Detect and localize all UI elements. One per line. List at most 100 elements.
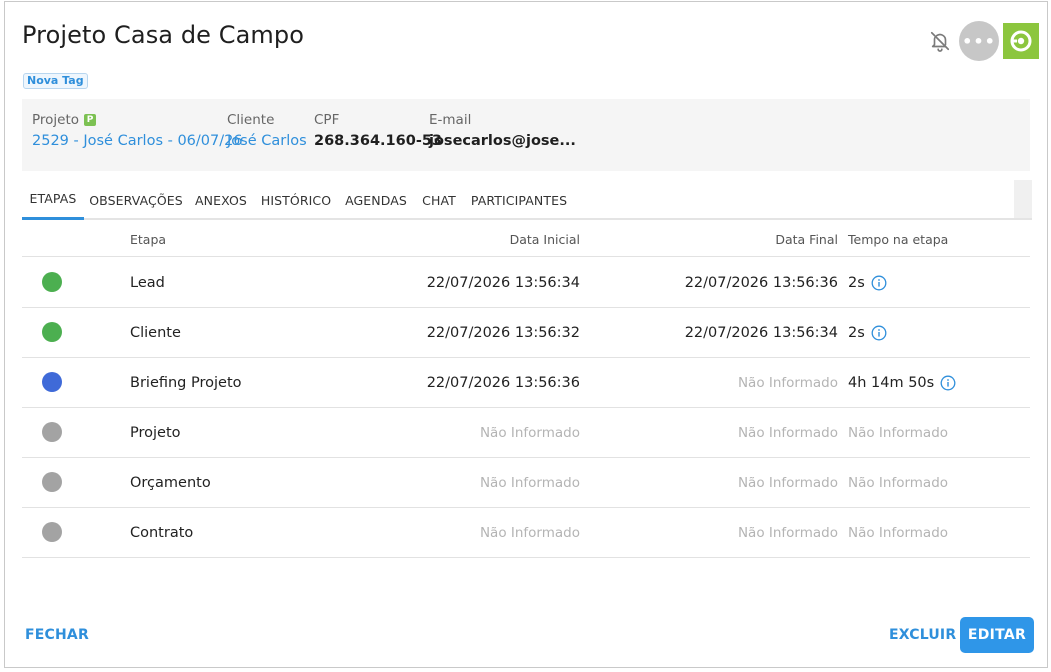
start-date: 22/07/2026 13:56:36	[322, 358, 580, 407]
info-cpf: CPF 268.364.160-53	[314, 111, 442, 151]
tab-chat[interactable]: CHAT	[420, 180, 458, 220]
time-in-stage: 2s	[848, 308, 887, 357]
end-date-text: 22/07/2026 13:56:36	[684, 274, 838, 291]
edit-button[interactable]: EDITAR	[960, 617, 1034, 653]
header-start: Data Inicial	[509, 231, 580, 247]
time-in-stage-text: Não Informado	[848, 424, 949, 441]
end-date-text: Não Informado	[737, 524, 838, 541]
email-value: josecarlos@jose...	[429, 133, 576, 149]
end-date: 22/07/2026 13:56:36	[582, 258, 838, 307]
start-date: Não Informado	[322, 508, 580, 557]
stage-name-text: Projeto	[130, 424, 181, 441]
time-in-stage: Não Informado	[848, 408, 948, 457]
time-in-stage-text: 2s	[848, 274, 865, 291]
start-date-text: 22/07/2026 13:56:32	[426, 324, 580, 341]
info-circle-icon[interactable]	[871, 275, 887, 291]
cliente-link[interactable]: José Carlos	[227, 131, 307, 151]
delete-button[interactable]: EXCLUIR	[889, 627, 956, 643]
time-in-stage-text: 2s	[848, 324, 865, 341]
time-in-stage: Não Informado	[848, 508, 948, 557]
header-stage: Etapa	[130, 231, 167, 247]
table-row[interactable]: Orçamento Não Informado Não Informado Não I…	[22, 458, 1030, 508]
status-dot	[42, 472, 62, 492]
stage-name-text: Cliente	[130, 324, 181, 341]
info-email: E-mail josecarlos@jose...	[429, 111, 576, 151]
tab-historico[interactable]: HISTÓRICO	[260, 180, 332, 220]
end-date-text: 22/07/2026 13:56:34	[684, 324, 838, 341]
end-date: 22/07/2026 13:56:34	[582, 308, 838, 357]
table-row[interactable]: Projeto Não Informado Não Informado Não Inf…	[22, 408, 1030, 458]
stage-name: Briefing Projeto	[130, 358, 242, 407]
email-label: E-mail	[429, 112, 472, 128]
stage-name-text: Lead	[130, 274, 165, 291]
time-in-stage-text: 4h 14m 50s	[848, 374, 935, 391]
project-modal: Projeto Casa de Campo ••• Nova Tag Proje…	[4, 1, 1048, 668]
header-end: Data Final	[775, 231, 838, 247]
start-date: 22/07/2026 13:56:34	[322, 258, 580, 307]
stage-name-text: Briefing Projeto	[130, 374, 242, 391]
stage-name: Contrato	[130, 508, 193, 557]
stage-name: Projeto	[130, 408, 181, 457]
tab-observacoes[interactable]: OBSERVAÇÕES	[89, 180, 183, 220]
table-row[interactable]: Contrato Não Informado Não Informado Não In…	[22, 508, 1030, 558]
status-dot	[42, 422, 62, 442]
end-date: Não Informado	[582, 408, 838, 457]
tab-participantes[interactable]: PARTICIPANTES	[469, 180, 569, 220]
close-button[interactable]: FECHAR	[25, 627, 89, 643]
status-dot	[42, 372, 62, 392]
cliente-label: Cliente	[227, 112, 275, 128]
start-date: Não Informado	[322, 408, 580, 457]
tab-agendas[interactable]: AGENDAS	[343, 180, 409, 220]
cpf-value: 268.364.160-53	[314, 133, 443, 149]
time-in-stage-text: Não Informado	[848, 524, 949, 541]
time-in-stage: 4h 14m 50s	[848, 358, 956, 407]
top-actions: •••	[927, 21, 1039, 61]
stage-name-text: Orçamento	[130, 474, 211, 491]
start-date: Não Informado	[322, 458, 580, 507]
table-row[interactable]: Briefing Projeto 22/07/2026 13:56:36 Não I…	[22, 358, 1030, 408]
tab-etapas[interactable]: ETAPAS	[22, 180, 84, 220]
stage-name: Orçamento	[130, 458, 211, 507]
tabs-scroll-area[interactable]	[1014, 180, 1032, 218]
status-dot	[42, 322, 62, 342]
end-date: Não Informado	[582, 358, 838, 407]
tab-anexos[interactable]: ANEXOS	[192, 180, 250, 220]
tab-bar: ETAPAS OBSERVAÇÕES ANEXOS HISTÓRICO AGEN…	[22, 180, 1032, 220]
header-time: Tempo na etapa	[848, 231, 949, 247]
stage-name: Cliente	[130, 308, 181, 357]
info-projeto: Projeto P 2529 - José Carlos - 06/07/26	[32, 111, 243, 151]
projeto-badge: P	[84, 114, 97, 126]
end-date-text: Não Informado	[737, 424, 838, 441]
page-title: Projeto Casa de Campo	[22, 21, 305, 49]
table-row[interactable]: Cliente 22/07/2026 13:56:32 22/07/2026 13:…	[22, 308, 1030, 358]
status-dot	[42, 272, 62, 292]
time-in-stage: Não Informado	[848, 458, 948, 507]
more-options-button[interactable]: •••	[959, 21, 999, 61]
time-in-stage-text: Não Informado	[848, 474, 949, 491]
info-cliente: Cliente José Carlos	[227, 111, 307, 151]
stage-name-text: Contrato	[130, 524, 194, 541]
info-circle-icon[interactable]	[871, 325, 887, 341]
start-date-text: 22/07/2026 13:56:34	[426, 274, 580, 291]
end-date: Não Informado	[582, 458, 838, 507]
start-date-text: Não Informado	[479, 474, 580, 491]
info-circle-icon[interactable]	[940, 375, 956, 391]
tag-badge[interactable]: Nova Tag	[23, 73, 88, 89]
time-in-stage: 2s	[848, 258, 887, 307]
projeto-label: Projeto	[32, 112, 80, 128]
start-date-text: Não Informado	[479, 524, 580, 541]
start-date: 22/07/2026 13:56:32	[322, 308, 580, 357]
table-row[interactable]: Lead 22/07/2026 13:56:34 22/07/2026 13:56:…	[22, 258, 1030, 308]
start-date-text: 22/07/2026 13:56:36	[426, 374, 580, 391]
status-dot	[42, 522, 62, 542]
stage-name: Lead	[130, 258, 165, 307]
cpf-label: CPF	[314, 112, 340, 128]
end-date-text: Não Informado	[737, 474, 838, 491]
info-panel: Projeto P 2529 - José Carlos - 06/07/26 …	[22, 99, 1030, 171]
bell-off-icon[interactable]	[927, 28, 953, 54]
start-date-text: Não Informado	[479, 424, 580, 441]
end-date: Não Informado	[582, 508, 838, 557]
end-date-text: Não Informado	[737, 374, 838, 391]
table-header: Etapa Data Inicial Data Final Tempo na e…	[22, 222, 1030, 257]
projeto-link[interactable]: 2529 - José Carlos - 06/07/26	[32, 131, 243, 151]
